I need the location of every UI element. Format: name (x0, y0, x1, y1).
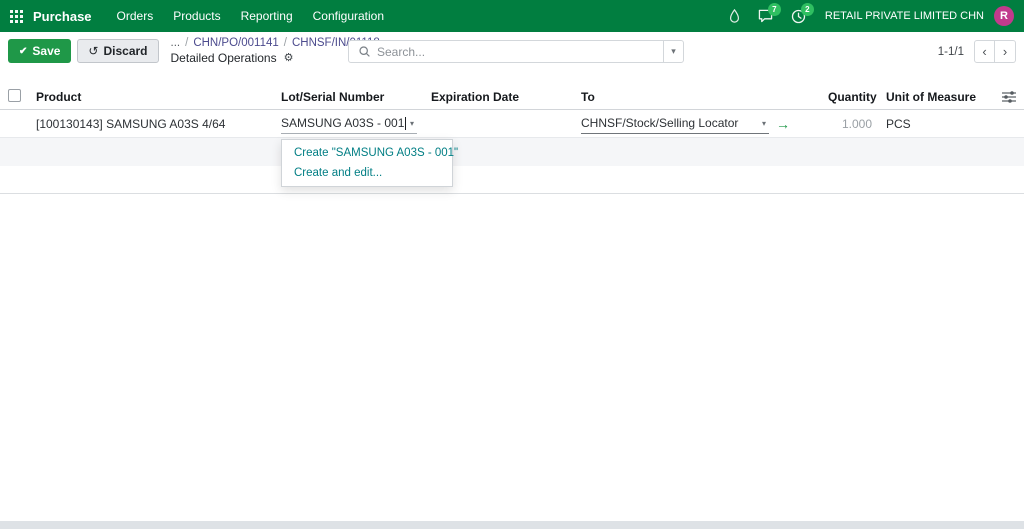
header-to[interactable]: To (573, 90, 828, 104)
main-menu: Orders Products Reporting Configuration (108, 5, 393, 27)
list-header-row: Product Lot/Serial Number Expiration Dat… (0, 85, 1024, 110)
undo-icon: ↺ (88, 44, 99, 58)
header-expiration-date[interactable]: Expiration Date (423, 90, 573, 104)
menu-products[interactable]: Products (164, 5, 229, 27)
select-all-checkbox[interactable] (8, 89, 21, 102)
to-location-input[interactable]: CHNSF/Stock/Selling Locator ▾ (581, 114, 769, 134)
column-options-icon[interactable] (994, 91, 1024, 103)
pager-counter: 1-1/1 (937, 45, 964, 58)
breadcrumb-purchase-order[interactable]: CHN/PO/001141 (180, 37, 278, 49)
lot-caret-down-icon[interactable]: ▾ (407, 119, 417, 128)
window-bottom-edge (0, 521, 1024, 529)
header-unit-of-measure[interactable]: Unit of Measure (880, 90, 994, 104)
lot-serial-input[interactable]: SAMSUNG A03S - 001 ▾ (281, 114, 417, 134)
pager-previous-button[interactable]: ‹ (974, 40, 995, 63)
lot-serial-value: SAMSUNG A03S - 001 (281, 116, 405, 130)
empty-row (0, 138, 1024, 166)
activities-badge: 2 (800, 2, 814, 16)
menu-configuration[interactable]: Configuration (304, 5, 393, 27)
table-row: [100130143] SAMSUNG A03S 4/64 SAMSUNG A0… (0, 110, 1024, 138)
empty-row (0, 166, 1024, 194)
app-window: Purchase Orders Products Reporting Confi… (0, 0, 1024, 529)
autocomplete-create-edit-option[interactable]: Create and edit... (282, 163, 452, 183)
systray: 7 2 RETAIL PRIVATE LIMITED CHN R (720, 2, 1014, 26)
to-location-value: CHNSF/Stock/Selling Locator (581, 116, 739, 130)
apps-menu-icon[interactable] (10, 9, 23, 23)
gear-icon[interactable]: ⚙ (284, 51, 294, 65)
activities-clock-icon[interactable]: 2 (782, 2, 815, 24)
save-button-label: Save (32, 44, 61, 58)
app-name[interactable]: Purchase (33, 9, 92, 24)
top-navbar: Purchase Orders Products Reporting Confi… (0, 0, 1024, 32)
check-icon: ✔ (19, 45, 28, 57)
page-title: Detailed Operations (170, 50, 277, 65)
detailed-operations-list: Product Lot/Serial Number Expiration Dat… (0, 85, 1024, 194)
discard-button[interactable]: ↺ Discard (77, 39, 159, 63)
search-filters-caret-icon[interactable]: ▾ (663, 41, 683, 62)
save-button[interactable]: ✔ Save (8, 39, 72, 63)
product-cell[interactable]: [100130143] SAMSUNG A03S 4/64 (28, 117, 273, 131)
internal-link-arrow-icon[interactable]: → (776, 116, 790, 132)
to-location-field: CHNSF/Stock/Selling Locator ▾ → (581, 114, 828, 134)
header-quantity[interactable]: Quantity (828, 90, 880, 104)
droplet-icon[interactable] (720, 9, 749, 23)
to-caret-down-icon[interactable]: ▾ (759, 119, 769, 128)
breadcrumb-ellipsis[interactable]: ... (171, 37, 181, 49)
messages-icon[interactable]: 7 (749, 3, 782, 23)
pager-next-button[interactable]: › (995, 40, 1016, 63)
search-box: ▾ (348, 40, 684, 63)
header-lot-serial[interactable]: Lot/Serial Number (273, 90, 423, 104)
user-avatar[interactable]: R (994, 6, 1014, 26)
pager: 1-1/1 ‹ › (938, 40, 1016, 63)
autocomplete-dropdown: Create "SAMSUNG A03S - 001" Create and e… (281, 139, 458, 187)
messages-badge: 7 (767, 3, 781, 16)
search-input[interactable] (377, 44, 663, 59)
company-switcher[interactable]: RETAIL PRIVATE LIMITED CHN (825, 10, 984, 22)
uom-cell: PCS (886, 116, 911, 131)
search-icon (359, 46, 370, 57)
quantity-cell: 1.000 (841, 116, 872, 131)
discard-button-label: Discard (103, 44, 148, 58)
header-product[interactable]: Product (28, 90, 273, 104)
autocomplete-create-option[interactable]: Create "SAMSUNG A03S - 001" (282, 143, 458, 163)
control-panel: ✔ Save ↺ Discard ...CHN/PO/001141CHNSF/I… (0, 32, 1024, 70)
menu-reporting[interactable]: Reporting (232, 5, 302, 27)
menu-orders[interactable]: Orders (108, 5, 163, 27)
